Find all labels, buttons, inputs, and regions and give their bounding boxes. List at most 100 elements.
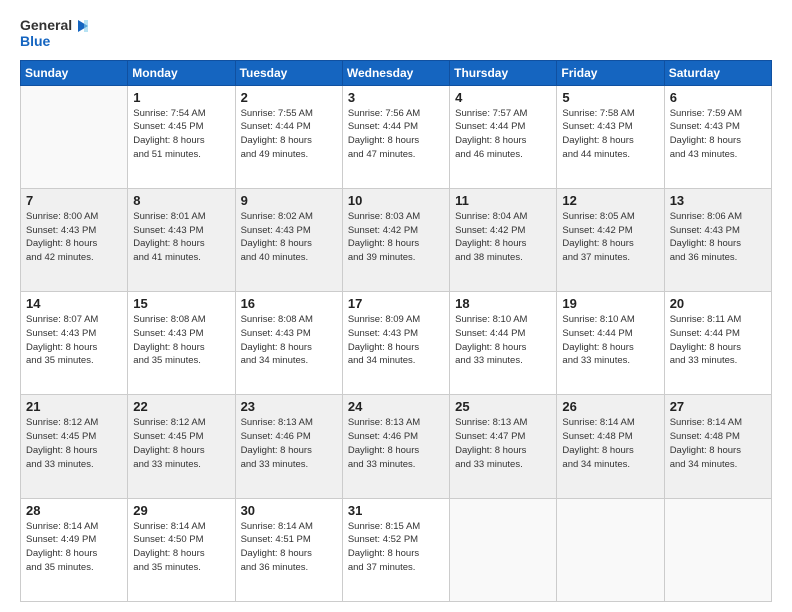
calendar-cell: 12 Sunrise: 8:05 AMSunset: 4:42 PMDayligh… <box>557 188 664 291</box>
calendar-cell <box>21 85 128 188</box>
day-info: Sunrise: 7:54 AMSunset: 4:45 PMDaylight:… <box>133 107 229 162</box>
calendar-cell: 15 Sunrise: 8:08 AMSunset: 4:43 PMDayligh… <box>128 292 235 395</box>
day-number: 25 <box>455 399 551 414</box>
calendar-cell <box>450 498 557 601</box>
calendar-cell: 31 Sunrise: 8:15 AMSunset: 4:52 PMDayligh… <box>342 498 449 601</box>
day-info: Sunrise: 8:14 AMSunset: 4:51 PMDaylight:… <box>241 520 337 575</box>
day-number: 19 <box>562 296 658 311</box>
calendar-cell: 7 Sunrise: 8:00 AMSunset: 4:43 PMDaylight… <box>21 188 128 291</box>
day-number: 11 <box>455 193 551 208</box>
day-info: Sunrise: 8:14 AMSunset: 4:48 PMDaylight:… <box>670 416 766 471</box>
calendar-cell: 13 Sunrise: 8:06 AMSunset: 4:43 PMDayligh… <box>664 188 771 291</box>
day-info: Sunrise: 7:58 AMSunset: 4:43 PMDaylight:… <box>562 107 658 162</box>
day-number: 31 <box>348 503 444 518</box>
day-number: 15 <box>133 296 229 311</box>
day-info: Sunrise: 8:10 AMSunset: 4:44 PMDaylight:… <box>562 313 658 368</box>
day-number: 1 <box>133 90 229 105</box>
calendar-cell: 2 Sunrise: 7:55 AMSunset: 4:44 PMDaylight… <box>235 85 342 188</box>
day-number: 30 <box>241 503 337 518</box>
day-number: 2 <box>241 90 337 105</box>
day-info: Sunrise: 8:02 AMSunset: 4:43 PMDaylight:… <box>241 210 337 265</box>
day-number: 4 <box>455 90 551 105</box>
day-number: 29 <box>133 503 229 518</box>
day-number: 24 <box>348 399 444 414</box>
day-info: Sunrise: 8:11 AMSunset: 4:44 PMDaylight:… <box>670 313 766 368</box>
day-number: 12 <box>562 193 658 208</box>
day-number: 9 <box>241 193 337 208</box>
calendar-week-row: 21 Sunrise: 8:12 AMSunset: 4:45 PMDayligh… <box>21 395 772 498</box>
calendar-cell: 14 Sunrise: 8:07 AMSunset: 4:43 PMDayligh… <box>21 292 128 395</box>
day-number: 28 <box>26 503 122 518</box>
calendar-cell: 9 Sunrise: 8:02 AMSunset: 4:43 PMDaylight… <box>235 188 342 291</box>
day-number: 7 <box>26 193 122 208</box>
day-info: Sunrise: 8:13 AMSunset: 4:47 PMDaylight:… <box>455 416 551 471</box>
calendar-cell: 17Sunrise: 8:09 AMSunset: 4:43 PMDayligh… <box>342 292 449 395</box>
day-info: Sunrise: 7:57 AMSunset: 4:44 PMDaylight:… <box>455 107 551 162</box>
calendar-cell: 4 Sunrise: 7:57 AMSunset: 4:44 PMDaylight… <box>450 85 557 188</box>
day-number: 20 <box>670 296 766 311</box>
day-info: Sunrise: 8:05 AMSunset: 4:42 PMDaylight:… <box>562 210 658 265</box>
calendar-cell: 24 Sunrise: 8:13 AMSunset: 4:46 PMDayligh… <box>342 395 449 498</box>
calendar-cell: 11 Sunrise: 8:04 AMSunset: 4:42 PMDayligh… <box>450 188 557 291</box>
day-info: Sunrise: 7:55 AMSunset: 4:44 PMDaylight:… <box>241 107 337 162</box>
calendar-header-monday: Monday <box>128 60 235 85</box>
calendar-cell: 30 Sunrise: 8:14 AMSunset: 4:51 PMDayligh… <box>235 498 342 601</box>
day-number: 23 <box>241 399 337 414</box>
calendar-header-sunday: Sunday <box>21 60 128 85</box>
calendar-cell: 21Sunrise: 8:12 AMSunset: 4:45 PMDayligh… <box>21 395 128 498</box>
day-info: Sunrise: 7:59 AMSunset: 4:43 PMDaylight:… <box>670 107 766 162</box>
page: General Blue SundayMondayTuesdayWednesda… <box>0 0 792 612</box>
day-number: 21 <box>26 399 122 414</box>
calendar-cell: 8 Sunrise: 8:01 AMSunset: 4:43 PMDaylight… <box>128 188 235 291</box>
calendar-cell: 23Sunrise: 8:13 AMSunset: 4:46 PMDayligh… <box>235 395 342 498</box>
day-number: 22 <box>133 399 229 414</box>
day-info: Sunrise: 8:14 AMSunset: 4:49 PMDaylight:… <box>26 520 122 575</box>
logo: General Blue <box>20 18 90 50</box>
day-number: 6 <box>670 90 766 105</box>
calendar-cell: 22 Sunrise: 8:12 AMSunset: 4:45 PMDayligh… <box>128 395 235 498</box>
day-info: Sunrise: 8:06 AMSunset: 4:43 PMDaylight:… <box>670 210 766 265</box>
day-info: Sunrise: 8:08 AMSunset: 4:43 PMDaylight:… <box>241 313 337 368</box>
day-info: Sunrise: 8:12 AMSunset: 4:45 PMDaylight:… <box>133 416 229 471</box>
calendar-cell: 26Sunrise: 8:14 AMSunset: 4:48 PMDayligh… <box>557 395 664 498</box>
day-number: 26 <box>562 399 658 414</box>
day-info: Sunrise: 8:00 AMSunset: 4:43 PMDaylight:… <box>26 210 122 265</box>
day-info: Sunrise: 7:56 AMSunset: 4:44 PMDaylight:… <box>348 107 444 162</box>
calendar-week-row: 14 Sunrise: 8:07 AMSunset: 4:43 PMDayligh… <box>21 292 772 395</box>
calendar-week-row: 1 Sunrise: 7:54 AMSunset: 4:45 PMDaylight… <box>21 85 772 188</box>
day-info: Sunrise: 8:14 AMSunset: 4:50 PMDaylight:… <box>133 520 229 575</box>
calendar-week-row: 28 Sunrise: 8:14 AMSunset: 4:49 PMDayligh… <box>21 498 772 601</box>
day-number: 13 <box>670 193 766 208</box>
calendar-header-friday: Friday <box>557 60 664 85</box>
calendar-cell: 28 Sunrise: 8:14 AMSunset: 4:49 PMDayligh… <box>21 498 128 601</box>
day-info: Sunrise: 8:10 AMSunset: 4:44 PMDaylight:… <box>455 313 551 368</box>
calendar-cell <box>557 498 664 601</box>
day-info: Sunrise: 8:15 AMSunset: 4:52 PMDaylight:… <box>348 520 444 575</box>
day-number: 18 <box>455 296 551 311</box>
calendar-cell: 20 Sunrise: 8:11 AMSunset: 4:44 PMDayligh… <box>664 292 771 395</box>
day-number: 16 <box>241 296 337 311</box>
calendar-table: SundayMondayTuesdayWednesdayThursdayFrid… <box>20 60 772 602</box>
day-info: Sunrise: 8:01 AMSunset: 4:43 PMDaylight:… <box>133 210 229 265</box>
header: General Blue <box>20 18 772 50</box>
calendar-cell: 10Sunrise: 8:03 AMSunset: 4:42 PMDayligh… <box>342 188 449 291</box>
calendar-header-thursday: Thursday <box>450 60 557 85</box>
day-info: Sunrise: 8:07 AMSunset: 4:43 PMDaylight:… <box>26 313 122 368</box>
calendar-week-row: 7 Sunrise: 8:00 AMSunset: 4:43 PMDaylight… <box>21 188 772 291</box>
day-info: Sunrise: 8:08 AMSunset: 4:43 PMDaylight:… <box>133 313 229 368</box>
calendar-cell: 5 Sunrise: 7:58 AMSunset: 4:43 PMDaylight… <box>557 85 664 188</box>
day-number: 8 <box>133 193 229 208</box>
calendar-cell: 29 Sunrise: 8:14 AMSunset: 4:50 PMDayligh… <box>128 498 235 601</box>
day-info: Sunrise: 8:13 AMSunset: 4:46 PMDaylight:… <box>348 416 444 471</box>
calendar-cell: 6 Sunrise: 7:59 AMSunset: 4:43 PMDaylight… <box>664 85 771 188</box>
calendar-cell: 18 Sunrise: 8:10 AMSunset: 4:44 PMDayligh… <box>450 292 557 395</box>
day-info: Sunrise: 8:04 AMSunset: 4:42 PMDaylight:… <box>455 210 551 265</box>
day-number: 14 <box>26 296 122 311</box>
calendar-cell: 16 Sunrise: 8:08 AMSunset: 4:43 PMDayligh… <box>235 292 342 395</box>
day-info: Sunrise: 8:03 AMSunset: 4:42 PMDaylight:… <box>348 210 444 265</box>
calendar-cell: 27Sunrise: 8:14 AMSunset: 4:48 PMDayligh… <box>664 395 771 498</box>
calendar-header-wednesday: Wednesday <box>342 60 449 85</box>
day-number: 5 <box>562 90 658 105</box>
calendar-cell: 3 Sunrise: 7:56 AMSunset: 4:44 PMDaylight… <box>342 85 449 188</box>
day-number: 3 <box>348 90 444 105</box>
